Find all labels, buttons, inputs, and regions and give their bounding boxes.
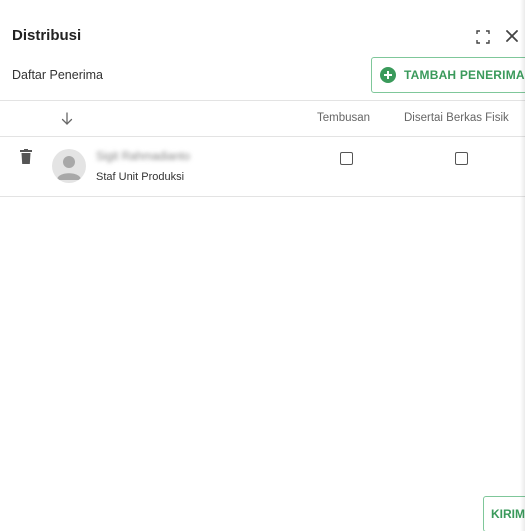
arrow-down-icon[interactable] bbox=[60, 112, 74, 126]
distribusi-dialog: Distribusi Daftar Penerima TAMBAH PENERI… bbox=[0, 0, 525, 531]
recipient-role: Staf Unit Produksi bbox=[96, 171, 185, 183]
tembusan-checkbox[interactable] bbox=[340, 152, 353, 165]
expand-icon[interactable] bbox=[476, 30, 490, 44]
person-icon bbox=[57, 156, 81, 180]
recipient-name: Sigit Rahmadianto bbox=[96, 151, 190, 163]
column-header-tembusan: Tembusan bbox=[317, 112, 371, 124]
send-button[interactable]: KIRIM bbox=[483, 496, 525, 531]
add-recipient-button[interactable]: TAMBAH PENERIMA bbox=[371, 57, 525, 93]
avatar bbox=[52, 149, 86, 183]
berkas-fisik-checkbox[interactable] bbox=[455, 152, 468, 165]
dialog-title: Distribusi bbox=[12, 27, 82, 44]
divider bbox=[0, 196, 525, 197]
column-header-berkas-fisik: Disertai Berkas Fisik bbox=[404, 112, 509, 124]
trash-icon[interactable] bbox=[20, 149, 32, 164]
divider bbox=[0, 100, 525, 101]
close-icon[interactable] bbox=[503, 27, 521, 45]
plus-circle-icon bbox=[380, 67, 396, 83]
add-recipient-label: TAMBAH PENERIMA bbox=[404, 68, 525, 82]
recipients-subtitle: Daftar Penerima bbox=[12, 68, 104, 82]
divider bbox=[0, 136, 525, 137]
